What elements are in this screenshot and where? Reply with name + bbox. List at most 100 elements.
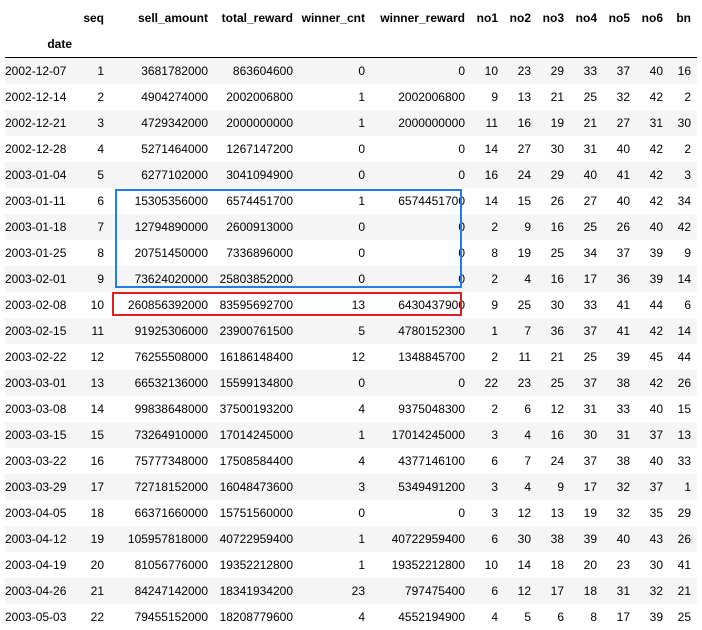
header-spacer (570, 31, 603, 58)
table-cell: 39 (636, 240, 669, 266)
table-cell: 3 (471, 474, 504, 500)
table-row: 2002-12-21347293420002000000000120000000… (5, 110, 697, 136)
table-cell: 44 (669, 344, 697, 370)
table-cell: 17 (570, 266, 603, 292)
row-index-date: 2003-01-04 (5, 162, 78, 188)
table-cell: 30 (669, 110, 697, 136)
header-spacer (110, 31, 214, 58)
table-row: 2002-12-28452714640001267147200001427303… (5, 136, 697, 162)
table-cell: 42 (636, 318, 669, 344)
table-cell: 13 (669, 422, 697, 448)
table-cell: 9 (504, 214, 537, 240)
table-cell: 73624020000 (110, 266, 214, 292)
table-cell: 5 (78, 162, 110, 188)
table-cell: 37 (603, 240, 636, 266)
table-cell: 22 (78, 604, 110, 630)
table-cell: 40 (603, 136, 636, 162)
table-cell: 18341934200 (214, 578, 299, 604)
row-index-date: 2002-12-28 (5, 136, 78, 162)
table-row: 2003-04-26218424714200018341934200237974… (5, 578, 697, 604)
table-cell: 2000000000 (214, 110, 299, 136)
table-cell: 41 (603, 292, 636, 318)
table-cell: 26 (537, 188, 570, 214)
table-cell: 39 (570, 526, 603, 552)
table-cell: 8 (570, 604, 603, 630)
table-cell: 45 (636, 344, 669, 370)
table-cell: 40 (636, 58, 669, 85)
table-cell: 42 (636, 162, 669, 188)
header-spacer (669, 31, 697, 58)
table-cell: 10 (78, 292, 110, 318)
table-cell: 16 (669, 58, 697, 85)
table-cell: 15751560000 (214, 500, 299, 526)
table-cell: 27 (603, 110, 636, 136)
table-cell: 0 (299, 370, 371, 396)
table-cell: 42 (636, 84, 669, 110)
table-cell: 1 (299, 188, 371, 214)
table-cell: 13 (299, 292, 371, 318)
table-cell: 1 (299, 84, 371, 110)
table-cell: 3 (471, 500, 504, 526)
table-cell: 38 (537, 526, 570, 552)
table-cell: 9 (537, 474, 570, 500)
table-row: 2003-01-11615305356000657445170016574451… (5, 188, 697, 214)
table-cell: 39 (603, 344, 636, 370)
table-row: 2003-03-15157326491000017014245000117014… (5, 422, 697, 448)
table-cell: 34 (570, 240, 603, 266)
table-cell: 32 (603, 500, 636, 526)
table-cell: 10 (471, 552, 504, 578)
table-cell: 1 (669, 474, 697, 500)
table-row: 2003-04-12191059578180004072295940014072… (5, 526, 697, 552)
table-cell: 20751450000 (110, 240, 214, 266)
table-cell: 797475400 (371, 578, 471, 604)
row-index-date: 2003-04-19 (5, 552, 78, 578)
table-cell: 37500193200 (214, 396, 299, 422)
table-cell: 25 (537, 240, 570, 266)
table-cell: 25 (570, 214, 603, 240)
table-cell: 30 (570, 422, 603, 448)
table-cell: 5 (504, 604, 537, 630)
table-cell: 18208779600 (214, 604, 299, 630)
table-row: 2003-03-22167577734800017508584400443771… (5, 448, 697, 474)
table-cell: 81056776000 (110, 552, 214, 578)
table-cell: 33 (603, 396, 636, 422)
table-cell: 37 (636, 474, 669, 500)
table-cell: 36 (603, 266, 636, 292)
table-cell: 21 (78, 578, 110, 604)
table-cell: 3 (669, 162, 697, 188)
column-header: winner_cnt (299, 5, 371, 31)
row-index-date: 2003-05-03 (5, 604, 78, 630)
table-cell: 0 (299, 162, 371, 188)
table-cell: 33 (669, 448, 697, 474)
table-cell: 2600913000 (214, 214, 299, 240)
table-cell: 17 (537, 578, 570, 604)
table-body: 2002-12-07136817820008636046000010232933… (5, 58, 697, 630)
header-spacer (603, 31, 636, 58)
table-cell: 4 (471, 604, 504, 630)
table-cell: 12 (504, 578, 537, 604)
column-header: seq (78, 5, 110, 31)
table-cell: 15599134800 (214, 370, 299, 396)
table-cell: 2002006800 (371, 84, 471, 110)
table-cell: 863604600 (214, 58, 299, 85)
table-cell: 40 (636, 448, 669, 474)
table-cell: 44 (636, 292, 669, 318)
table-cell: 17014245000 (371, 422, 471, 448)
table-cell: 3681782000 (110, 58, 214, 85)
table-cell: 36 (537, 318, 570, 344)
table-row: 2003-02-01973624020000258038520000024161… (5, 266, 697, 292)
row-index-date: 2003-03-01 (5, 370, 78, 396)
header-spacer (214, 31, 299, 58)
table-cell: 35 (636, 500, 669, 526)
table-cell: 32 (603, 474, 636, 500)
table-cell: 30 (636, 552, 669, 578)
table-cell: 25 (570, 344, 603, 370)
table-cell: 6 (471, 578, 504, 604)
dataframe-table: seqsell_amounttotal_rewardwinner_cntwinn… (5, 5, 697, 630)
table-cell: 24 (537, 448, 570, 474)
table-cell: 8 (471, 240, 504, 266)
table-cell: 0 (371, 240, 471, 266)
row-index-date: 2002-12-14 (5, 84, 78, 110)
table-cell: 0 (371, 58, 471, 85)
table-cell: 19 (537, 110, 570, 136)
